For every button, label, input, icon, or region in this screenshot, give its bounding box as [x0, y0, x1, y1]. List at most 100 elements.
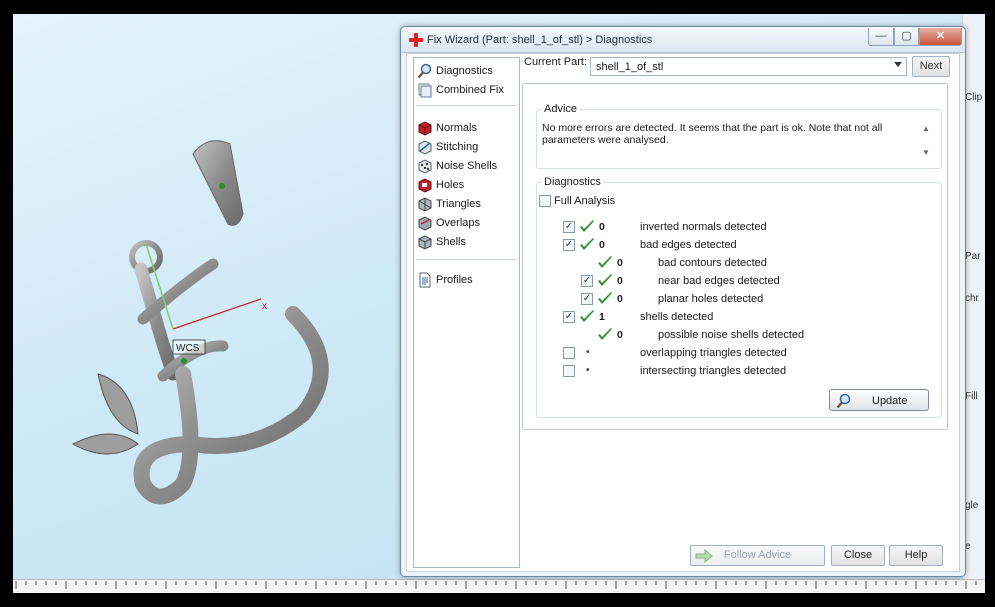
row-checkbox[interactable]: ✓ [563, 221, 575, 233]
screen-frame: x WCS Clip Par chr Fill gle e Fix Wizard… [0, 0, 995, 607]
close-button[interactable]: Close [831, 545, 885, 566]
nav-label-noise-shells: Noise Shells [436, 160, 498, 172]
green-check-icon [598, 274, 612, 286]
row-label: shells detected [640, 311, 714, 323]
document-icon [419, 272, 431, 288]
scroll-down-icon[interactable]: ▼ [922, 148, 930, 157]
fix-wizard-dialog: Fix Wizard (Part: shell_1_of_stl) > Diag… [400, 26, 966, 577]
row-count: 0 [617, 329, 623, 341]
dialog-title: Fix Wizard (Part: shell_1_of_stl) > Diag… [427, 34, 653, 46]
green-check-icon [598, 328, 612, 340]
green-check-icon [580, 220, 594, 232]
magnifier-icon [417, 63, 432, 79]
stacked-pages-icon [418, 83, 432, 98]
diagnostics-title: Diagnostics [542, 176, 603, 188]
nav-item-normals[interactable]: Normals [417, 119, 477, 137]
current-part-value: shell_1_of_stl [596, 61, 664, 73]
scroll-up-icon[interactable]: ▲ [922, 124, 930, 133]
row-checkbox[interactable]: ✓ [581, 293, 593, 305]
red-cross-icon [409, 33, 423, 47]
right-arrow-icon [695, 549, 713, 563]
bottom-ruler [13, 579, 985, 593]
nav-item-stitching[interactable]: Stitching [417, 138, 478, 156]
nav-item-shells[interactable]: Shells [417, 233, 466, 251]
right-strip-label-chr: chr [965, 293, 979, 304]
right-strip-label-clip: Clip [965, 92, 983, 103]
row-count: 0 [617, 275, 623, 287]
advice-title: Advice [542, 103, 580, 115]
current-part-select[interactable]: shell_1_of_stl [590, 57, 907, 76]
minimize-button[interactable]: — [868, 28, 894, 46]
shells-icon [418, 235, 432, 250]
maximize-button[interactable]: ▢ [894, 28, 919, 46]
advice-text: No more errors are detected. It seems th… [542, 122, 883, 146]
next-button[interactable]: Next [912, 56, 950, 77]
model-anchor-point [219, 183, 225, 189]
green-check-icon [580, 310, 594, 322]
nav-label-combined-fix: Combined Fix [436, 84, 504, 96]
row-count: 0 [599, 221, 605, 233]
row-count: 1 [599, 311, 605, 323]
right-strip-label-fill: Fill [965, 391, 978, 402]
nav-label-overlaps: Overlaps [436, 217, 481, 229]
row-count: 0 [599, 239, 605, 251]
update-button-label: Update [872, 395, 908, 407]
green-check-icon [598, 292, 612, 304]
current-part-label: Current Part: [524, 56, 587, 68]
nav-item-profiles[interactable]: Profiles [417, 271, 473, 289]
green-check-icon [580, 238, 594, 250]
wizard-navigation: Diagnostics Combined Fix Normals Stitchi… [413, 57, 520, 568]
row-label: intersecting triangles detected [640, 365, 787, 377]
chevron-down-icon [894, 62, 902, 67]
row-checkbox[interactable]: ✓ [563, 311, 575, 323]
nav-item-noise-shells[interactable]: Noise Shells [417, 157, 497, 175]
row-checkbox[interactable] [563, 365, 575, 377]
model-leaf-upper [97, 373, 139, 435]
right-strip-label-gle: gle [965, 500, 979, 511]
nav-label-stitching: Stitching [436, 141, 479, 153]
row-label: near bad edges detected [658, 275, 780, 287]
nav-label-triangles: Triangles [436, 198, 481, 210]
nav-item-combined-fix[interactable]: Combined Fix [417, 81, 504, 99]
right-strip-label-par: Par [965, 251, 981, 262]
model-origin-point [181, 358, 187, 364]
row-label: planar holes detected [658, 293, 764, 305]
row-checkbox[interactable]: ✓ [581, 275, 593, 287]
nav-item-diagnostics[interactable]: Diagnostics [417, 62, 493, 80]
row-checkbox[interactable]: ✓ [563, 239, 575, 251]
row-checkbox[interactable] [563, 347, 575, 359]
ruler-ticks [15, 581, 977, 589]
update-button[interactable]: Update [829, 389, 929, 411]
close-window-button[interactable]: ✕ [919, 28, 962, 46]
row-count: • [586, 347, 590, 358]
help-button[interactable]: Help [889, 545, 943, 566]
nav-item-triangles[interactable]: Triangles [417, 195, 481, 213]
nav-label-diagnostics: Diagnostics [436, 65, 493, 77]
nav-label-shells: Shells [436, 236, 466, 248]
row-count: • [586, 365, 590, 376]
x-axis-label: x [262, 301, 267, 312]
triangles-icon [418, 197, 432, 212]
hole-cube-icon [418, 178, 432, 193]
row-label: inverted normals detected [640, 221, 767, 233]
nav-label-holes: Holes [436, 179, 465, 191]
nav-item-holes[interactable]: Holes [417, 176, 464, 194]
nav-label-profiles: Profiles [436, 274, 473, 286]
row-count: 0 [617, 293, 623, 305]
row-label: bad edges detected [640, 239, 737, 251]
nav-separator [416, 259, 517, 260]
row-label: overlapping triangles detected [640, 347, 787, 359]
wcs-label: WCS [176, 343, 200, 354]
model-fragment-top [192, 140, 244, 226]
row-label: possible noise shells detected [658, 329, 805, 341]
nav-label-normals: Normals [436, 122, 477, 134]
dialog-titlebar[interactable]: Fix Wizard (Part: shell_1_of_stl) > Diag… [401, 27, 965, 53]
follow-advice-button[interactable]: Follow Advice [690, 545, 825, 566]
model-leaf-lower [71, 433, 139, 455]
follow-advice-label: Follow Advice [723, 549, 792, 561]
x-axis-line [172, 298, 262, 330]
full-analysis-checkbox[interactable] [539, 195, 551, 207]
green-check-icon [598, 256, 612, 268]
nav-item-overlaps[interactable]: Overlaps [417, 214, 480, 232]
nav-separator [416, 105, 517, 106]
